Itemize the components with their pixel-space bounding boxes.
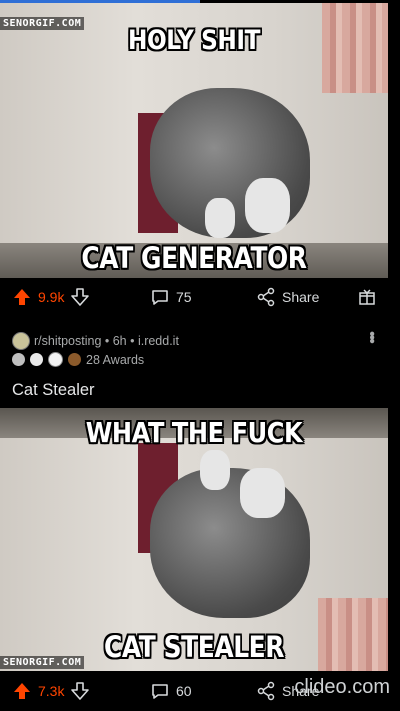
downvote-arrow-icon[interactable] [70,287,90,307]
award-add-icon [359,289,375,305]
award-icon [48,352,63,367]
subreddit-line[interactable]: r/shitposting • 6h • i.redd.it [34,334,179,348]
comment-bubble-icon [152,290,168,305]
post-title[interactable]: Cat Stealer [12,381,95,400]
meme-top-text: WHAT THE FUCK [85,416,303,449]
vote-group: 9.9k [12,287,90,307]
cat-figure [150,468,310,618]
comment-bubble-icon [152,684,168,699]
share-icon [257,287,275,307]
kebab-menu-icon[interactable]: ••• [363,331,380,342]
comment-count: 60 [176,683,192,699]
upvote-arrow-icon[interactable] [12,287,32,307]
post-image-cat-generator[interactable]: SENORGIF.COM HOLY SHIT CAT GENERATOR [0,3,388,278]
clideo-watermark: clideo.com [294,676,390,698]
comments-button[interactable]: 60 [150,681,192,701]
comments-button[interactable]: 75 [150,287,192,307]
share-icon [257,681,275,701]
award-icon [30,353,43,366]
post-action-bar: 9.9k 75 Share [0,282,400,312]
upvote-arrow-icon[interactable] [12,681,32,701]
comment-count: 75 [176,289,192,305]
award-button[interactable] [357,287,377,307]
post-image-cat-stealer[interactable]: SENORGIF.COM WHAT THE FUCK CAT STEALER [0,408,388,671]
vote-group: 7.3k [12,681,90,701]
awards-row[interactable]: 28 Awards [12,352,144,367]
upvote-count: 7.3k [38,683,65,699]
meme-top-text: HOLY SHIT [127,25,261,56]
award-icon [68,353,81,366]
award-icon [12,353,25,366]
share-button[interactable]: Share [256,287,319,307]
downvote-arrow-icon[interactable] [70,681,90,701]
subreddit-avatar[interactable] [12,332,30,350]
awards-count: 28 Awards [86,352,145,367]
meme-bottom-text: CAT GENERATOR [81,241,307,275]
post-meta: r/shitposting • 6h • i.redd.it [12,332,179,350]
share-label: Share [282,289,320,305]
upvote-count: 9.9k [38,289,65,305]
meme-bottom-text: CAT STEALER [103,630,285,664]
